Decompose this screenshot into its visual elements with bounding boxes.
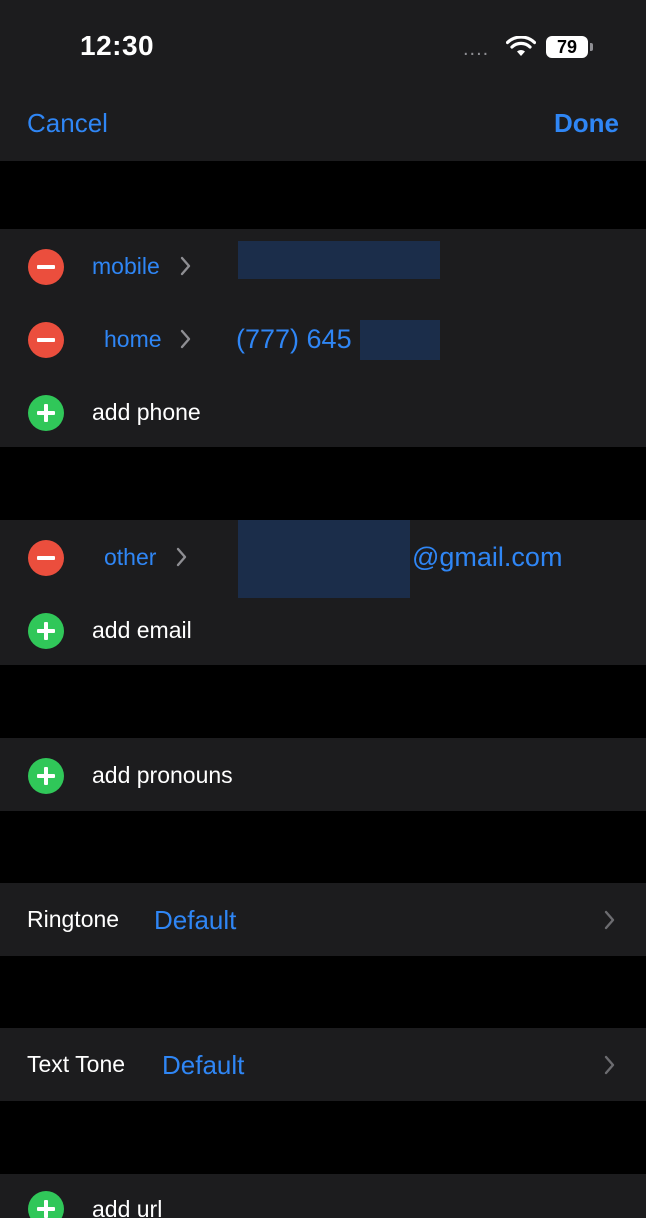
cancel-button[interactable]: Cancel (27, 108, 108, 139)
add-pronouns-row[interactable]: add pronouns (0, 738, 646, 811)
ringtone-row[interactable]: Ringtone Default (0, 883, 646, 956)
text-tone-value: Default (162, 1050, 245, 1080)
add-pronouns-label[interactable]: add pronouns (92, 762, 233, 789)
add-url-button[interactable] (28, 1191, 64, 1218)
pronouns-section: add pronouns (0, 738, 646, 811)
redacted-email-user (238, 520, 410, 598)
battery-tip (590, 43, 593, 51)
wifi-icon (506, 36, 536, 56)
phone-row-home: home (777) 645 (0, 302, 646, 375)
add-email-row[interactable]: add email (0, 593, 646, 666)
add-phone-label[interactable]: add phone (92, 399, 201, 426)
ringtone-value: Default (154, 905, 237, 935)
battery-level: 79 (546, 36, 588, 58)
phone-row-mobile: mobile (0, 229, 646, 302)
done-button[interactable]: Done (554, 108, 619, 139)
add-phone-button[interactable] (28, 395, 64, 431)
phone-section: mobile home (777) 645 add phone (0, 229, 646, 447)
header: 12:30 .... 79 Cancel Done (0, 0, 646, 161)
text-tone-row[interactable]: Text Tone Default (0, 1028, 646, 1101)
remove-phone-button[interactable] (28, 249, 64, 285)
add-email-label[interactable]: add email (92, 617, 192, 644)
remove-email-button[interactable] (28, 540, 64, 576)
remove-phone-button[interactable] (28, 322, 64, 358)
add-pronouns-button[interactable] (28, 758, 64, 794)
ringtone-section: Ringtone Default (0, 883, 646, 956)
phone-number-field[interactable]: (777) 645 (236, 324, 352, 355)
email-section: other @gmail.com add email (0, 520, 646, 665)
phone-label-mobile[interactable]: mobile (92, 253, 160, 280)
add-url-label[interactable]: add url (92, 1196, 162, 1218)
phone-label-home[interactable]: home (104, 326, 162, 353)
add-phone-row[interactable]: add phone (0, 375, 646, 448)
cellular-signal-icon: .... (463, 38, 490, 60)
text-tone-label: Text Tone (27, 1051, 126, 1077)
add-url-row[interactable]: add url (0, 1174, 646, 1218)
redacted-phone-number[interactable] (238, 241, 440, 279)
chevron-right-icon (180, 256, 191, 276)
redacted-phone-digits (360, 320, 440, 360)
status-time: 12:30 (80, 30, 155, 61)
chevron-right-icon (180, 329, 191, 349)
ringtone-label: Ringtone (27, 906, 120, 932)
chevron-right-icon (176, 547, 187, 567)
chevron-right-icon (604, 1055, 615, 1075)
email-label-other[interactable]: other (104, 544, 156, 571)
text-tone-section: Text Tone Default (0, 1028, 646, 1101)
email-row-other: other @gmail.com (0, 520, 646, 598)
add-email-button[interactable] (28, 613, 64, 649)
chevron-right-icon (604, 910, 615, 930)
url-section: add url (0, 1174, 646, 1218)
email-address-field[interactable]: @gmail.com (412, 542, 562, 573)
battery-icon: 79 (546, 36, 594, 60)
